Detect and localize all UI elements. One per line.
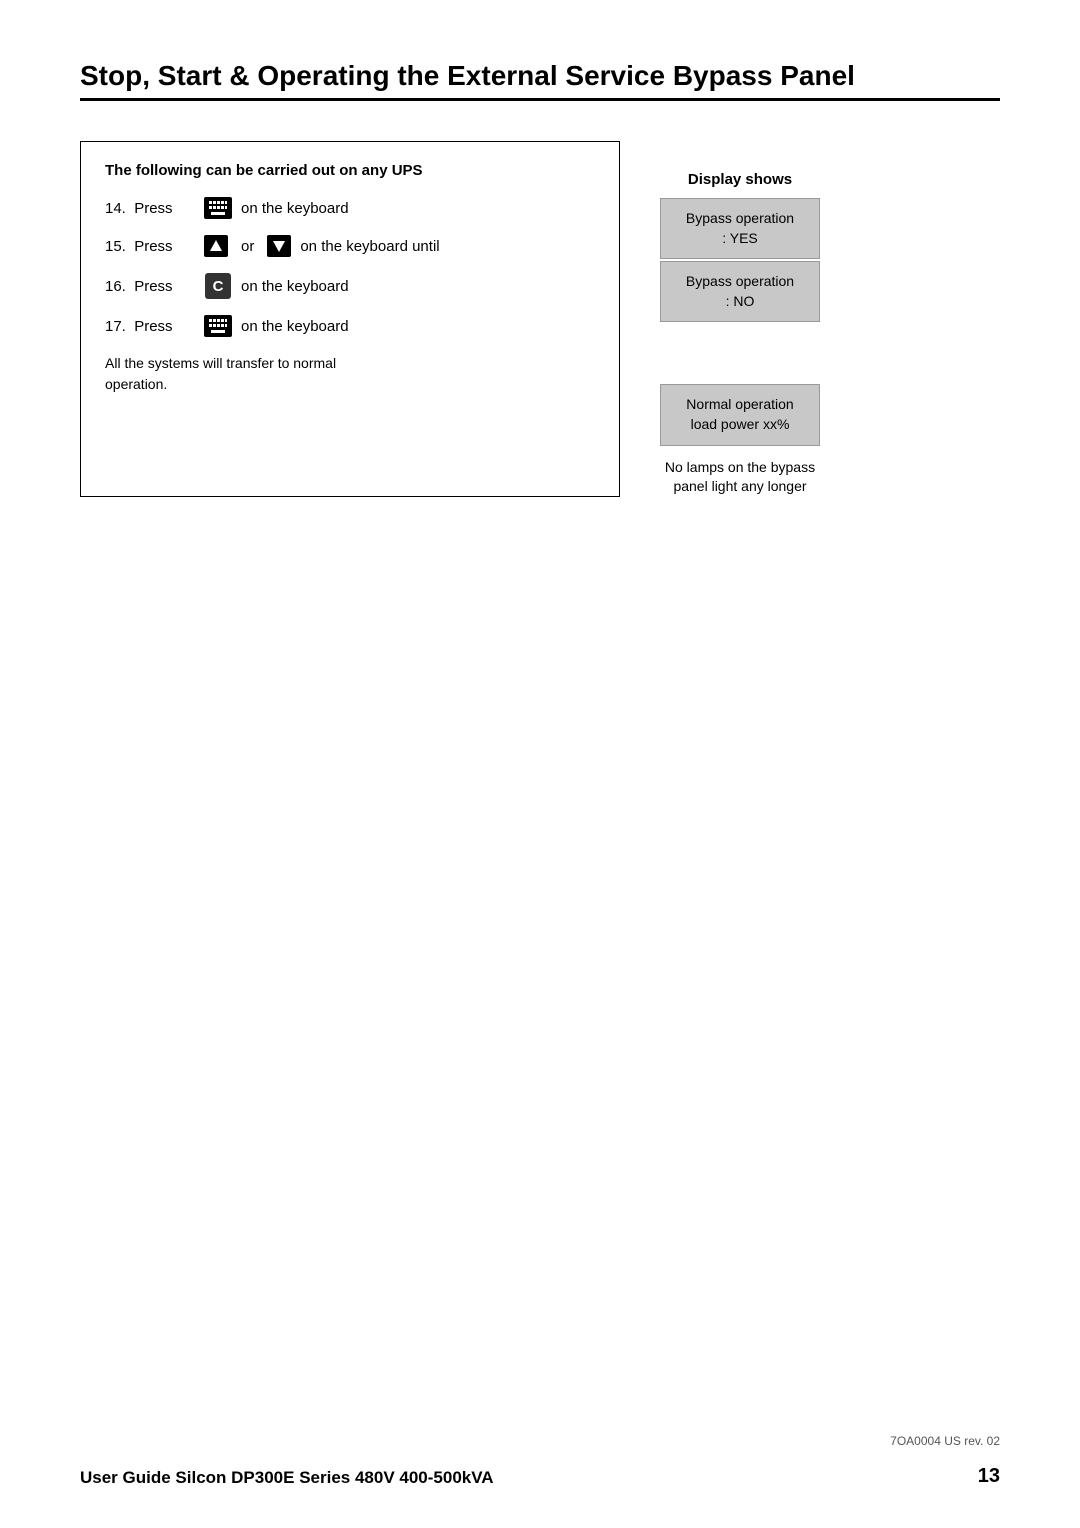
display-shows-label: Display shows: [660, 171, 820, 188]
keyboard-icon-17: [204, 315, 232, 337]
instructions-box: The following can be carried out on any …: [80, 141, 620, 497]
bypass-yes-badge: Bypass operation : YES: [660, 198, 820, 259]
keyboard-icon-14: [204, 197, 232, 219]
step-15-row: 15. Press or o: [105, 235, 595, 257]
page-title: Stop, Start & Operating the External Ser…: [80, 60, 1000, 101]
step-14-num: 14. Press: [105, 200, 195, 217]
footer-page: 13: [978, 1465, 1000, 1488]
step-16-num: 16. Press: [105, 278, 195, 295]
step-15-or: or: [241, 238, 254, 255]
content-section: The following can be carried out on any …: [80, 141, 1000, 497]
footer-title: User Guide Silcon DP300E Series 480V 400…: [80, 1468, 494, 1488]
step-15-suffix: on the keyboard until: [300, 238, 439, 255]
step-17-num: 17. Press: [105, 318, 195, 335]
display-column: Display shows Bypass operation : YES Byp…: [660, 141, 820, 497]
arrow-up-icon-15: [204, 235, 228, 257]
step-16-suffix: on the keyboard: [241, 278, 349, 295]
normal-text: All the systems will transfer to normal …: [105, 353, 595, 395]
step-17-suffix: on the keyboard: [241, 318, 349, 335]
normal-operation-badge: Normal operation load power xx%: [660, 384, 820, 445]
step-14-row: 14. Press: [105, 197, 595, 219]
step-17-row: 17. Press: [105, 315, 595, 337]
arrow-down-icon-15: [267, 235, 291, 257]
c-icon-16: C: [205, 273, 231, 299]
step-16-row: 16. Press C on the keyboard: [105, 273, 595, 299]
footer: User Guide Silcon DP300E Series 480V 400…: [0, 1465, 1080, 1488]
instructions-header: The following can be carried out on any …: [105, 162, 595, 179]
no-lamps-note: No lamps on the bypass panel light any l…: [660, 458, 820, 497]
doc-ref: 7OA0004 US rev. 02: [890, 1434, 1000, 1448]
page-container: Stop, Start & Operating the External Ser…: [0, 0, 1080, 1528]
step-15-num: 15. Press: [105, 238, 195, 255]
bypass-no-badge: Bypass operation : NO: [660, 261, 820, 322]
step-14-suffix: on the keyboard: [241, 200, 349, 217]
